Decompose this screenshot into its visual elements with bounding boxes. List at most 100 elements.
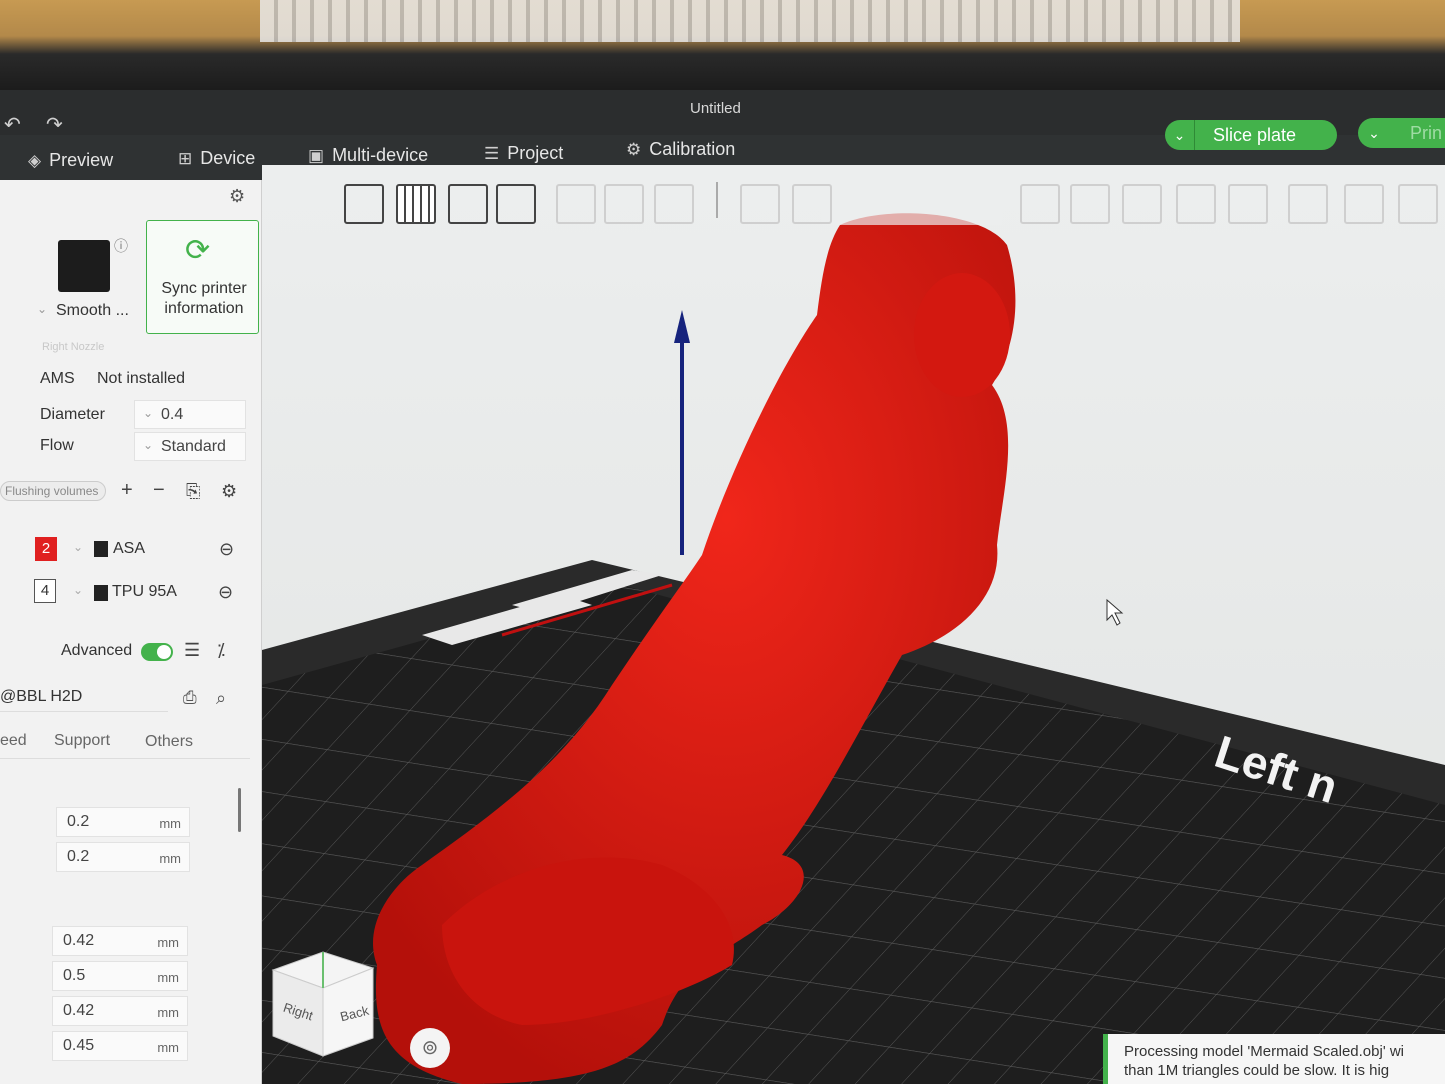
- filament-slot-badge[interactable]: 4: [34, 579, 56, 603]
- layer-height-field[interactable]: 0.2 mm: [56, 807, 190, 837]
- fullscreen-icon[interactable]: [1398, 184, 1438, 224]
- split-parts-icon[interactable]: [604, 184, 644, 224]
- project-icon: ☰: [484, 143, 500, 163]
- add-plate-icon[interactable]: [396, 184, 436, 224]
- cube-icon[interactable]: [1122, 184, 1162, 224]
- field-value: 0.2: [67, 813, 90, 830]
- scrollbar[interactable]: [238, 788, 241, 832]
- view-cube[interactable]: Right Back: [268, 948, 378, 1058]
- slice-plate-button[interactable]: ⌄ Slice plate: [1165, 120, 1337, 150]
- chevron-down-icon[interactable]: ⌄: [1358, 125, 1390, 142]
- more-icon[interactable]: ⊖: [219, 539, 234, 560]
- gear-icon[interactable]: ⚙: [229, 186, 245, 207]
- filament-name[interactable]: TPU 95A: [112, 583, 177, 601]
- monitor-bezel: [0, 0, 1445, 90]
- field-value: 0.5: [63, 967, 86, 984]
- split-objects-icon[interactable]: [556, 184, 596, 224]
- tab-others[interactable]: Others: [145, 733, 193, 751]
- device-icon: ⊞: [178, 148, 193, 168]
- tab-preview[interactable]: ◈ Preview: [28, 150, 113, 171]
- arrange-icon[interactable]: [496, 184, 536, 224]
- field-unit: mm: [159, 816, 181, 831]
- search-icon[interactable]: ⌕: [216, 688, 226, 709]
- sync-label: Sync printer information: [161, 280, 247, 317]
- chevron-down-icon[interactable]: ⌄: [1165, 120, 1195, 150]
- more-icon[interactable]: ⊖: [218, 582, 233, 603]
- layers-editing-icon[interactable]: [654, 184, 694, 224]
- color-paint-icon[interactable]: [1228, 184, 1268, 224]
- plate-thumbnail[interactable]: [58, 240, 110, 292]
- field-unit: mm: [157, 1005, 179, 1020]
- field-unit: mm: [157, 970, 179, 985]
- flow-select[interactable]: ⌄ Standard: [134, 432, 246, 461]
- field-value: 0.42: [63, 1002, 95, 1019]
- filament-color-icon: [94, 585, 108, 601]
- field-unit: mm: [159, 851, 181, 866]
- filament-slot-badge[interactable]: 2: [35, 537, 57, 561]
- text-icon[interactable]: [1176, 184, 1216, 224]
- field-value: 0.45: [63, 1037, 95, 1054]
- first-layer-height-field[interactable]: 0.2 mm: [56, 842, 190, 872]
- sync-filament-icon[interactable]: ⎘: [186, 481, 200, 502]
- print-button[interactable]: ⌄ Prin: [1358, 118, 1445, 148]
- compare-icon[interactable]: ⁒: [217, 640, 225, 661]
- outer-wall-width-field[interactable]: 0.42 mm: [52, 996, 188, 1026]
- processing-notification: Processing model 'Mermaid Scaled.obj' wi…: [1103, 1034, 1445, 1084]
- scene[interactable]: Left n: [262, 165, 1445, 1084]
- field-unit: mm: [157, 1040, 179, 1055]
- assembly-icon[interactable]: [1344, 184, 1384, 224]
- measure-icon[interactable]: [1288, 184, 1328, 224]
- chevron-down-icon[interactable]: ⌄: [73, 583, 83, 597]
- tab-divider: [0, 758, 250, 759]
- diameter-value: 0.4: [161, 406, 184, 423]
- flow-label: Flow: [40, 437, 74, 454]
- advanced-label: Advanced: [61, 642, 133, 659]
- add-icon[interactable]: +: [121, 479, 133, 502]
- reset-view-icon[interactable]: ⊚: [410, 1028, 450, 1068]
- advanced-toggle[interactable]: [141, 643, 173, 661]
- 3d-viewport[interactable]: Left n: [262, 165, 1445, 1084]
- chevron-down-icon[interactable]: ⌄: [73, 540, 83, 554]
- redo-icon[interactable]: ↷: [46, 112, 63, 137]
- field-unit: mm: [157, 935, 179, 950]
- mouse-cursor-icon: [1106, 598, 1124, 626]
- flushing-volumes-button[interactable]: Flushing volumes: [0, 481, 106, 501]
- notification-line-2: than 1M triangles could be slow. It is h…: [1124, 1062, 1390, 1079]
- tab-device-label: Device: [200, 148, 256, 168]
- list-icon[interactable]: ☰: [184, 640, 200, 661]
- tab-device[interactable]: ⊞ Device: [178, 148, 255, 169]
- tab-speed[interactable]: eed: [0, 732, 27, 750]
- move-icon[interactable]: [740, 184, 780, 224]
- rotate-icon[interactable]: [792, 184, 832, 224]
- info-icon[interactable]: ⓘ: [114, 236, 128, 256]
- filament-name[interactable]: ASA: [113, 540, 145, 558]
- tab-multi-device[interactable]: ▣ Multi-device: [308, 145, 428, 166]
- support-paint-icon[interactable]: [1070, 184, 1110, 224]
- background-vent: [260, 0, 1240, 42]
- chevron-down-icon: ⌄: [143, 406, 154, 420]
- cut-icon[interactable]: [1020, 184, 1060, 224]
- add-object-icon[interactable]: [344, 184, 384, 224]
- tab-project[interactable]: ☰ Project: [484, 143, 563, 164]
- plate-name: Smooth ...: [56, 302, 129, 319]
- tab-multi-device-label: Multi-device: [332, 145, 429, 165]
- sync-printer-button[interactable]: ⟳ Sync printer information: [146, 220, 259, 334]
- auto-orient-icon[interactable]: [448, 184, 488, 224]
- toolbar-divider: [716, 182, 718, 218]
- inner-wall-width-field[interactable]: 0.45 mm: [52, 1031, 188, 1061]
- tab-support[interactable]: Support: [54, 732, 110, 750]
- gear-icon[interactable]: ⚙: [221, 481, 237, 502]
- chevron-down-icon[interactable]: ⌄: [37, 302, 47, 316]
- preset-value: @BBL H2D: [0, 688, 83, 705]
- save-icon[interactable]: ⎙: [183, 688, 197, 708]
- diameter-select[interactable]: ⌄ 0.4: [134, 400, 246, 429]
- tab-calibration-label: Calibration: [649, 139, 736, 159]
- viewport-toolbar: [340, 180, 1440, 230]
- line-width-field[interactable]: 0.42 mm: [52, 926, 188, 956]
- preset-select[interactable]: @BBL H2D: [0, 686, 168, 712]
- first-layer-line-width-field[interactable]: 0.5 mm: [52, 961, 188, 991]
- filament-color-icon: [94, 541, 108, 557]
- remove-icon[interactable]: −: [153, 479, 165, 502]
- tab-calibration[interactable]: ⚙ Calibration: [626, 139, 735, 160]
- undo-icon[interactable]: ↶: [4, 112, 21, 137]
